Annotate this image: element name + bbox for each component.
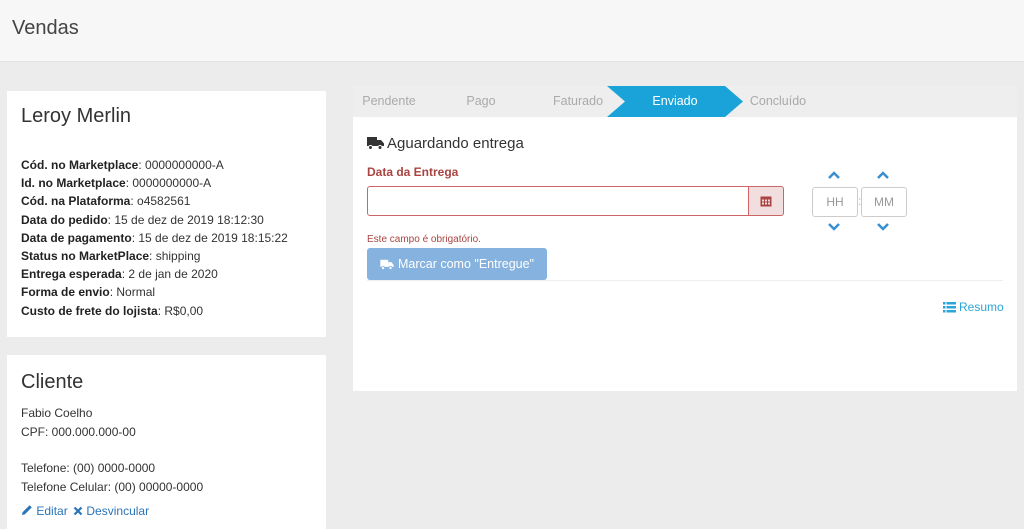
order-field: Cód. na Plataforma: o4582561 [21, 194, 191, 209]
truck-icon [380, 259, 394, 270]
client-actions: Editar Desvincular [21, 504, 149, 518]
order-field: Id. no Marketplace: 0000000000-A [21, 176, 212, 191]
times-icon [73, 506, 83, 516]
delivery-status: Aguardando entrega [367, 135, 524, 152]
hour-down-chevron-icon[interactable] [827, 222, 841, 232]
page-title: Vendas [12, 17, 79, 39]
order-field: Data de pagamento: 15 de dez de 2019 18:… [21, 230, 288, 245]
required-error-text: Este campo é obrigatório. [367, 234, 481, 245]
edit-client-link[interactable]: Editar [21, 504, 71, 518]
order-field: Data do pedido: 15 de dez de 2019 18:12:… [21, 212, 264, 227]
order-field: Status no MarketPlace: shipping [21, 249, 201, 264]
order-progress-steps: Pendente Pago Faturado Enviado Concluído [353, 86, 1017, 117]
mark-delivered-button[interactable]: Marcar como "Entregue" [367, 248, 547, 280]
truck-icon [367, 137, 384, 150]
delivery-date-input[interactable] [367, 186, 749, 216]
calendar-icon [760, 196, 772, 207]
client-phone: Telefone: (00) 0000-0000 [21, 461, 156, 475]
client-cpf: CPF: 000.000.000-00 [21, 425, 136, 439]
minute-down-chevron-icon[interactable] [876, 222, 890, 232]
hour-up-chevron-icon[interactable] [827, 170, 841, 180]
order-field: Entrega esperada: 2 de jan de 2020 [21, 267, 218, 282]
delivery-panel: Pendente Pago Faturado Enviado Concluído… [353, 86, 1017, 391]
calendar-button[interactable] [748, 186, 784, 216]
order-field: Forma de envio: Normal [21, 285, 156, 300]
order-info-card: Leroy Merlin Cód. no Marketplace: 000000… [7, 91, 326, 337]
order-field: Cód. no Marketplace: 0000000000-A [21, 158, 224, 172]
page-header: Vendas [0, 0, 1024, 62]
pencil-icon [22, 505, 32, 515]
unlink-client-link[interactable]: Desvincular [71, 504, 149, 518]
minute-up-chevron-icon[interactable] [876, 170, 890, 180]
list-icon [943, 302, 956, 313]
summary-link[interactable]: Resumo [943, 300, 1004, 314]
client-mobile: Telefone Celular: (00) 00000-0000 [21, 480, 204, 494]
delivery-date-label: Data da Entrega [367, 165, 459, 179]
client-name: Fabio Coelho [21, 406, 93, 420]
order-field: Custo de frete do lojista: R$0,00 [21, 303, 204, 318]
hour-input[interactable]: HH [812, 187, 858, 217]
step-concluido: Concluído [749, 94, 807, 108]
step-enviado: Enviado [652, 94, 698, 108]
client-title: Cliente [21, 371, 84, 393]
order-fields: Cód. no Marketplace: 0000000000-A Id. no… [21, 156, 288, 320]
store-name: Leroy Merlin [21, 105, 132, 127]
panel-divider [367, 280, 1003, 281]
minute-input[interactable]: MM [861, 187, 907, 217]
client-card: Cliente Fabio Coelho CPF: 000.000.000-00… [7, 355, 326, 529]
step-pago: Pago [466, 94, 496, 108]
step-pendente: Pendente [362, 94, 416, 108]
